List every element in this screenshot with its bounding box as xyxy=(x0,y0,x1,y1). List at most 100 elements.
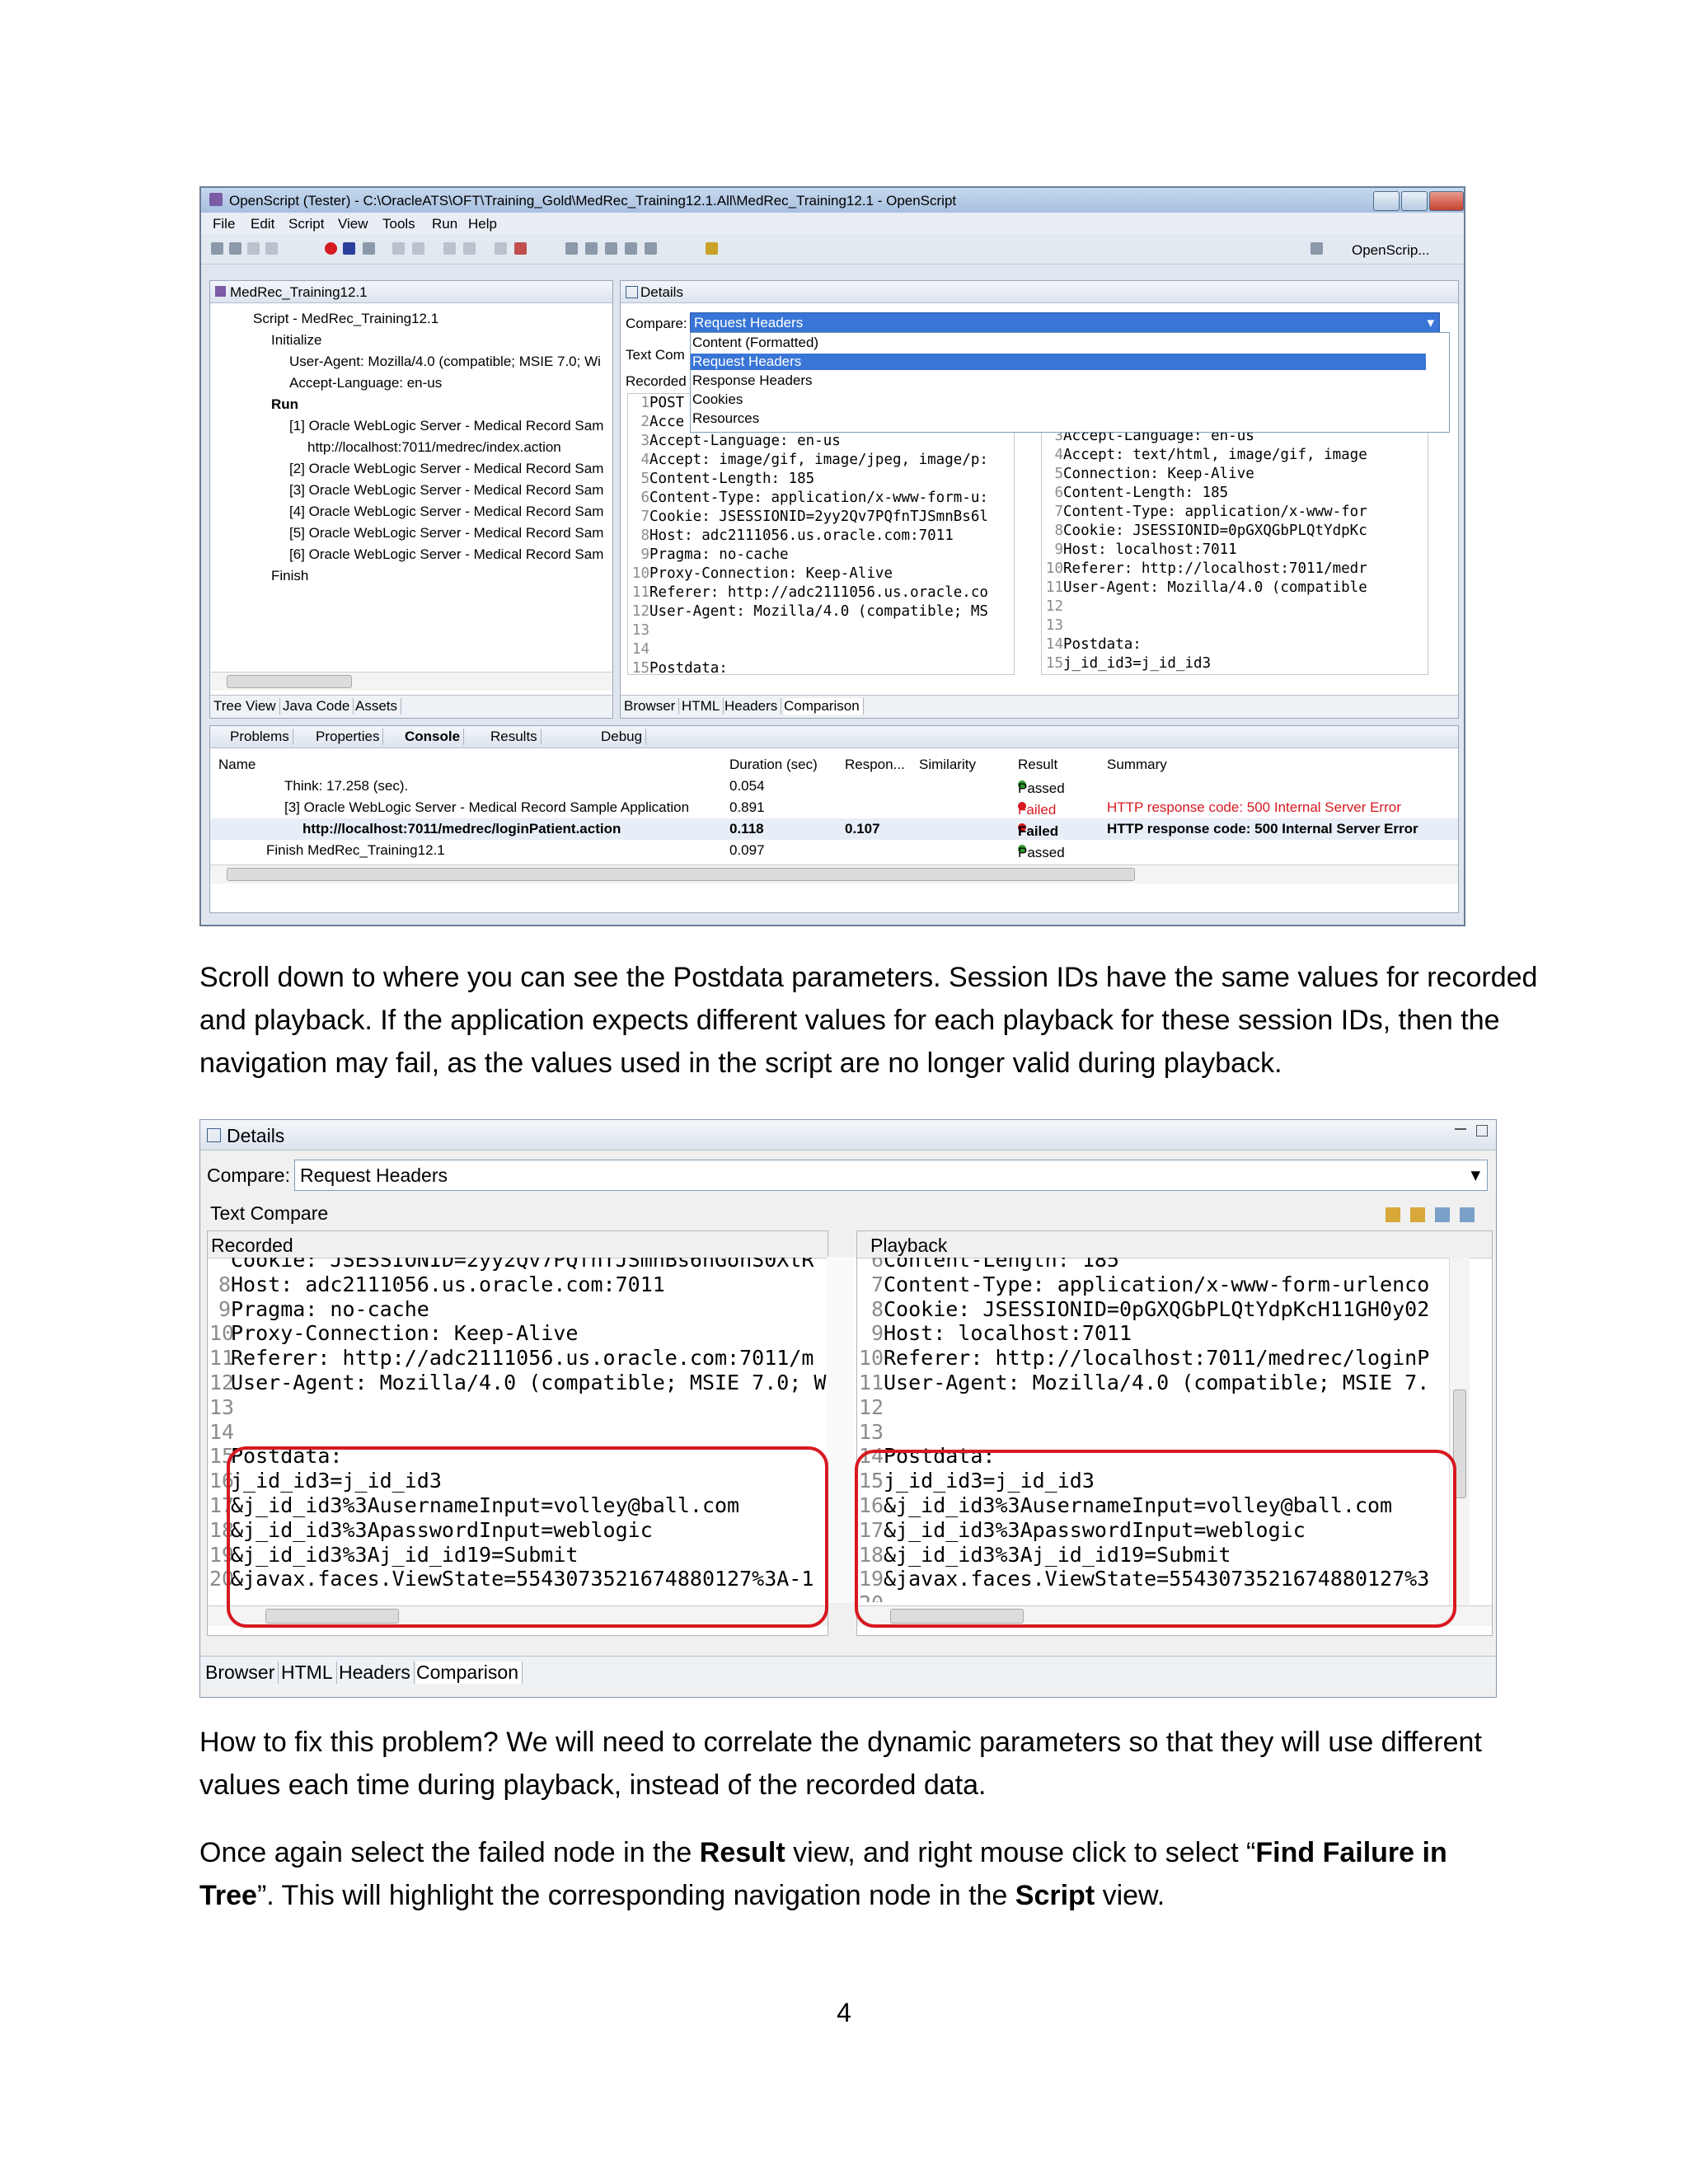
tab-headers[interactable]: Headers xyxy=(339,1661,415,1684)
tree-node[interactable]: [2] Oracle WebLogic Server - Medical Rec… xyxy=(289,461,603,477)
layout-icon-1[interactable] xyxy=(565,242,578,255)
tab-html[interactable]: HTML xyxy=(682,698,724,715)
save-all-icon[interactable] xyxy=(265,242,278,255)
code-line: 12User-Agent: Mozilla/4.0 (compatible; M… xyxy=(630,602,988,621)
results-horizontal-scrollbar[interactable] xyxy=(210,865,1458,883)
tree-node[interactable]: [4] Oracle WebLogic Server - Medical Rec… xyxy=(289,504,603,520)
tab-html[interactable]: HTML xyxy=(281,1661,337,1684)
tree-node[interactable]: Script - MedRec_Training12.1 xyxy=(253,311,438,327)
menu-help[interactable]: Help xyxy=(468,216,497,232)
dropdown-option-selected[interactable]: Request Headers xyxy=(691,354,1426,370)
open-icon[interactable] xyxy=(229,242,241,255)
col-duration[interactable]: Duration (sec) xyxy=(729,757,818,773)
tab-tree-view[interactable]: Tree View xyxy=(213,698,280,715)
maximize-button[interactable] xyxy=(1401,191,1428,211)
compare-select[interactable]: Request Headers ▾ xyxy=(690,312,1440,334)
new-script-icon[interactable] xyxy=(211,242,223,255)
layout-icon-3[interactable] xyxy=(605,242,617,255)
col-response[interactable]: Respon... xyxy=(845,757,905,773)
tree-node[interactable]: [6] Oracle WebLogic Server - Medical Rec… xyxy=(289,546,603,563)
add-step-icon[interactable] xyxy=(495,242,507,255)
prev-change-icon[interactable] xyxy=(1435,1207,1450,1222)
tab-java-code[interactable]: Java Code xyxy=(283,698,354,715)
tree-node[interactable]: User-Agent: Mozilla/4.0 (compatible; MSI… xyxy=(289,354,601,370)
layout-icon-5[interactable] xyxy=(645,242,657,255)
stop-icon[interactable] xyxy=(412,242,424,255)
details-tab-label[interactable]: Details xyxy=(640,284,683,301)
tab-headers[interactable]: Headers xyxy=(724,698,782,715)
maximize-icon[interactable] xyxy=(1476,1125,1488,1137)
line-number: 7 xyxy=(1054,504,1063,520)
results-row[interactable]: [3] Oracle WebLogic Server - Medical Rec… xyxy=(210,797,1458,818)
tree-node[interactable]: Accept-Language: en-us xyxy=(289,375,442,391)
line-text: Postdata: xyxy=(649,660,728,675)
perspective-icon[interactable] xyxy=(1311,242,1323,255)
iterate-icon[interactable] xyxy=(363,242,375,255)
dropdown-option[interactable]: Response Headers xyxy=(692,373,813,389)
chevron-down-icon[interactable]: ▾ xyxy=(1427,315,1434,331)
tree-node[interactable]: [3] Oracle WebLogic Server - Medical Rec… xyxy=(289,482,603,499)
tab-debug[interactable]: Debug xyxy=(601,729,647,745)
tree-node[interactable]: http://localhost:7011/medrec/index.actio… xyxy=(307,439,561,456)
tab-properties[interactable]: Properties xyxy=(316,729,384,745)
results-row[interactable]: http://localhost:7011/medrec/loginPatien… xyxy=(210,818,1458,840)
tab-comparison[interactable]: Comparison xyxy=(784,698,864,715)
menu-script[interactable]: Script xyxy=(288,216,324,232)
menu-file[interactable]: File xyxy=(213,216,235,232)
close-button[interactable] xyxy=(1429,191,1464,211)
tab-browser[interactable]: Browser xyxy=(624,698,680,715)
next-diff-icon[interactable] xyxy=(1410,1207,1425,1222)
step-icon[interactable] xyxy=(443,242,456,255)
script-horizontal-scrollbar[interactable] xyxy=(210,672,612,691)
tree-node[interactable]: Run xyxy=(271,396,298,413)
line-text: Referer: http://adc2111056.us.oracle.com… xyxy=(231,1346,814,1371)
scrollbar-thumb[interactable] xyxy=(227,868,1135,881)
scrollbar-thumb[interactable] xyxy=(227,675,352,688)
tab-browser[interactable]: Browser xyxy=(205,1661,279,1684)
results-row[interactable]: Think: 17.258 (sec). 0.054 Passed xyxy=(210,776,1458,797)
object-icon[interactable] xyxy=(514,242,527,255)
compare-select[interactable]: Request Headers ▾ xyxy=(294,1160,1488,1191)
chevron-down-icon[interactable]: ▾ xyxy=(1470,1164,1480,1186)
tab-problems[interactable]: Problems xyxy=(230,729,293,745)
code-line: 8Host: adc2111056.us.oracle.com:7011 xyxy=(209,1272,665,1297)
col-result[interactable]: Result xyxy=(1018,757,1057,773)
script-tab-label[interactable]: MedRec_Training12.1 xyxy=(230,284,368,301)
tree-node[interactable]: Finish xyxy=(271,568,308,584)
window-titlebar: OpenScript (Tester) - C:\OracleATS\OFT\T… xyxy=(201,188,1464,213)
perspective-label[interactable]: OpenScrip... xyxy=(1352,242,1430,259)
record-icon[interactable] xyxy=(325,242,337,255)
step-into-icon[interactable] xyxy=(463,242,476,255)
menu-edit[interactable]: Edit xyxy=(251,216,274,232)
dropdown-option[interactable]: Resources xyxy=(692,410,759,427)
save-icon[interactable] xyxy=(247,242,260,255)
layout-icon-4[interactable] xyxy=(625,242,637,255)
col-summary[interactable]: Summary xyxy=(1107,757,1167,773)
col-similarity[interactable]: Similarity xyxy=(919,757,976,773)
menu-run[interactable]: Run xyxy=(432,216,457,232)
tree-node[interactable]: [5] Oracle WebLogic Server - Medical Rec… xyxy=(289,525,603,541)
layout-icon-2[interactable] xyxy=(585,242,598,255)
code-line: 13 xyxy=(209,1395,234,1420)
results-row[interactable]: Finish MedRec_Training12.1 0.097 Passed xyxy=(210,840,1458,861)
dropdown-option[interactable]: Cookies xyxy=(692,391,743,408)
tree-node[interactable]: [1] Oracle WebLogic Server - Medical Rec… xyxy=(289,418,603,434)
menu-tools[interactable]: Tools xyxy=(382,216,415,232)
tab-assets[interactable]: Assets xyxy=(355,698,402,715)
tab-comparison[interactable]: Comparison xyxy=(416,1661,523,1684)
col-name[interactable]: Name xyxy=(218,757,256,773)
play-icon[interactable] xyxy=(343,242,355,255)
tab-results[interactable]: Results xyxy=(490,729,542,745)
minimize-button[interactable] xyxy=(1373,191,1400,211)
details-tab-label[interactable]: Details xyxy=(227,1125,284,1147)
tree-node[interactable]: Initialize xyxy=(271,332,321,349)
tab-console[interactable]: Console xyxy=(405,729,465,745)
line-text: Referer: http://localhost:7011/medrec/lo… xyxy=(884,1346,1430,1371)
menu-view[interactable]: View xyxy=(338,216,368,232)
wand-icon[interactable] xyxy=(706,242,718,255)
dropdown-option[interactable]: Content (Formatted) xyxy=(692,335,818,351)
pause-icon[interactable] xyxy=(392,242,405,255)
next-change-icon[interactable] xyxy=(1460,1207,1475,1222)
minimize-icon[interactable] xyxy=(1455,1128,1466,1130)
prev-diff-icon[interactable] xyxy=(1386,1207,1400,1222)
